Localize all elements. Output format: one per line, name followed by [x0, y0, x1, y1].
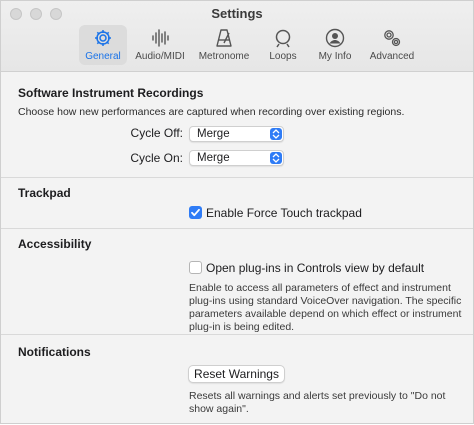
accessibility-help-line-3: parameters available depend on which eff… — [189, 308, 462, 320]
gear-icon — [95, 30, 111, 46]
waveform-icon — [152, 29, 169, 47]
plugins-controls-label: Open plug-ins in Controls view by defaul… — [206, 261, 425, 275]
tab-audio-midi-label: Audio/MIDI — [135, 51, 185, 62]
section-title: Software Instrument Recordings — [18, 86, 204, 100]
software-instrument-section: Software Instrument Recordings Choose ho… — [1, 72, 473, 178]
cycle-off-value: Merge — [197, 128, 230, 140]
accessibility-section: Accessibility Open plug-ins in Controls … — [1, 229, 473, 335]
tab-advanced-label: Advanced — [369, 51, 415, 62]
tab-audio-midi[interactable]: Audio/MIDI — [131, 25, 189, 65]
section-title: Notifications — [18, 345, 91, 359]
settings-window: Settings General Audio/MIDI Metronome Lo… — [0, 0, 474, 424]
chevron-updown-icon — [270, 152, 282, 164]
tab-metronome[interactable]: Metronome — [193, 25, 255, 65]
loop-icon — [275, 29, 291, 48]
cycle-off-label: Cycle Off: — [130, 126, 183, 140]
tab-general[interactable]: General — [79, 25, 127, 65]
general-settings-pane: Software Instrument Recordings Choose ho… — [1, 72, 473, 425]
cycle-on-value: Merge — [197, 152, 230, 164]
section-title: Trackpad — [18, 186, 71, 200]
notifications-help-line-2: show again". — [189, 403, 249, 415]
window-title: Settings — [211, 6, 263, 21]
notifications-section: Notifications Reset Warnings Resets all … — [1, 335, 473, 425]
accessibility-help-line-4: plug-in is being edited. — [189, 321, 295, 333]
force-touch-checkbox[interactable] — [189, 206, 202, 219]
accessibility-help-line-1: Enable to access all parameters of effec… — [189, 282, 451, 294]
tab-metronome-label: Metronome — [198, 51, 250, 62]
cycle-on-label: Cycle On: — [130, 151, 183, 165]
person-icon — [325, 28, 345, 48]
notifications-help-line-1: Resets all warnings and alerts set previ… — [189, 390, 446, 402]
tab-advanced[interactable]: Advanced — [363, 25, 421, 65]
tab-loops[interactable]: Loops — [259, 25, 307, 65]
section-title: Accessibility — [18, 237, 92, 251]
tab-loops-label: Loops — [269, 51, 297, 62]
cycle-off-popup[interactable]: Merge — [189, 126, 284, 142]
section-description: Choose how new performances are captured… — [18, 106, 405, 118]
plugins-controls-checkbox[interactable] — [189, 261, 202, 274]
accessibility-help-line-2: plug-ins using standard VoiceOver naviga… — [189, 295, 462, 307]
reset-warnings-button[interactable]: Reset Warnings — [188, 365, 285, 383]
settings-toolbar: General Audio/MIDI Metronome Loops My In… — [79, 25, 425, 65]
gears-icon — [384, 30, 401, 47]
cycle-on-popup[interactable]: Merge — [189, 150, 284, 166]
title-bar: Settings General Audio/MIDI Metronome Lo… — [1, 1, 473, 72]
force-touch-label: Enable Force Touch trackpad — [206, 206, 362, 220]
metronome-icon — [216, 29, 232, 47]
tab-general-label: General — [85, 51, 121, 62]
tab-my-info-label: My Info — [318, 51, 352, 62]
chevron-updown-icon — [270, 128, 282, 140]
checkmark-icon — [191, 208, 200, 217]
tab-my-info[interactable]: My Info — [311, 25, 359, 65]
trackpad-section: Trackpad Enable Force Touch trackpad — [1, 178, 473, 229]
